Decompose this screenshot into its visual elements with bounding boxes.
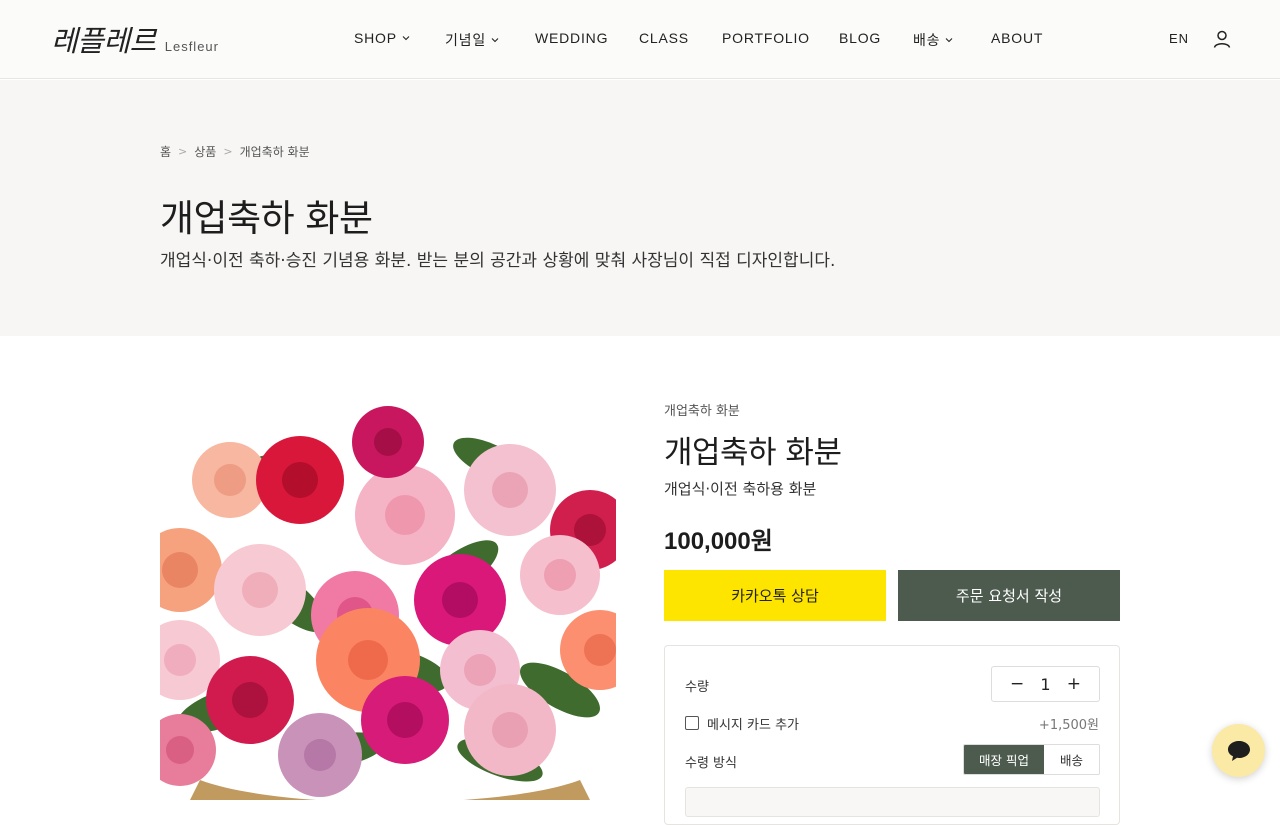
- breadcrumb-separator: >: [178, 145, 188, 158]
- product-image[interactable]: [160, 400, 616, 800]
- kakao-consult-button[interactable]: 카카오톡 상담: [664, 570, 886, 621]
- order-request-button[interactable]: 주문 요청서 작성: [898, 570, 1120, 621]
- quantity-stepper[interactable]: − 1 +: [991, 666, 1100, 702]
- quantity-value: 1: [1040, 674, 1051, 694]
- nav-item-portfolio[interactable]: PORTFOLIO: [722, 30, 810, 46]
- nav-item-shop[interactable]: SHOP: [354, 30, 410, 46]
- product-price: 100,000원: [664, 528, 773, 555]
- user-icon[interactable]: [1212, 29, 1232, 49]
- receive-method-label: 수령 방식: [685, 756, 737, 771]
- language-switch[interactable]: EN: [1169, 31, 1189, 46]
- page-title: 개업축하 화분: [160, 197, 373, 240]
- nav-item-wedding[interactable]: WEDDING: [535, 30, 608, 46]
- nav-item-label: ABOUT: [991, 30, 1044, 46]
- nav-item-label: WEDDING: [535, 30, 609, 46]
- breadcrumb: 홈 > 상품 > 개업축하 화분: [160, 143, 310, 160]
- message-card-checkbox[interactable]: [685, 716, 699, 730]
- nav-item-label: BLOG: [839, 30, 882, 46]
- nav-item-label: PORTFOLIO: [722, 30, 810, 46]
- page-hero: 홈 > 상품 > 개업축하 화분 개업축하 화분 개업식·이전 축하·승진 기념…: [0, 80, 1280, 336]
- site-header: 레플레르 Lesfleur SHOP 기념일 WEDDING CLASS POR…: [0, 0, 1280, 79]
- plus-button[interactable]: +: [1067, 674, 1081, 694]
- nav-item-label: CLASS: [639, 30, 689, 46]
- product-title: 개업축하 화분: [664, 435, 842, 471]
- product-category: 개업축하 화분: [664, 404, 740, 419]
- receive-method-toggle: 매장 픽업 배송: [963, 744, 1100, 775]
- message-card-price: +1,500원: [1038, 718, 1099, 733]
- delivery-option[interactable]: 배송: [1044, 745, 1099, 774]
- nav-item-class[interactable]: CLASS: [639, 30, 689, 46]
- nav-item-delivery[interactable]: 배송: [913, 30, 953, 50]
- chevron-down-icon: [402, 35, 410, 41]
- breadcrumb-separator: >: [223, 145, 233, 158]
- action-buttons: 카카오톡 상담 주문 요청서 작성: [664, 570, 1120, 621]
- nav-item-about[interactable]: ABOUT: [991, 30, 1043, 46]
- nav-item-anniversary[interactable]: 기념일: [445, 30, 499, 50]
- pickup-option[interactable]: 매장 픽업: [964, 745, 1044, 774]
- nav-item-label: SHOP: [354, 30, 397, 46]
- message-card-label[interactable]: 메시지 카드 추가: [707, 714, 799, 733]
- breadcrumb-home[interactable]: 홈: [160, 143, 171, 160]
- order-options-panel: 수량 − 1 + 메시지 카드 추가 +1,500원 수령 방식 매장 픽업 배…: [664, 645, 1120, 825]
- chevron-down-icon: [491, 37, 499, 43]
- nav-item-label: 배송: [913, 32, 941, 48]
- product-subtitle: 개업식·이전 축하용 화분: [664, 480, 817, 498]
- nav-item-blog[interactable]: BLOG: [839, 30, 881, 46]
- rose-basket-illustration: [160, 400, 616, 800]
- breadcrumb-products[interactable]: 상품: [194, 143, 216, 160]
- main-nav: SHOP 기념일 WEDDING CLASS PORTFOLIO BLOG 배송…: [0, 30, 1280, 50]
- chevron-down-icon: [945, 37, 953, 43]
- product-info: 개업축하 화분 개업축하 화분 개업식·이전 축하용 화분 100,000원 카…: [664, 400, 1120, 825]
- nav-item-label: 기념일: [445, 32, 487, 48]
- chat-bubble-icon[interactable]: [1212, 724, 1265, 777]
- quantity-label: 수량: [685, 680, 709, 695]
- minus-button[interactable]: −: [1010, 674, 1024, 694]
- page-description: 개업식·이전 축하·승진 기념용 화분. 받는 분의 공간과 상황에 맞춰 사장…: [160, 251, 836, 271]
- delivery-field[interactable]: [685, 787, 1100, 817]
- breadcrumb-current: 개업축하 화분: [239, 145, 310, 159]
